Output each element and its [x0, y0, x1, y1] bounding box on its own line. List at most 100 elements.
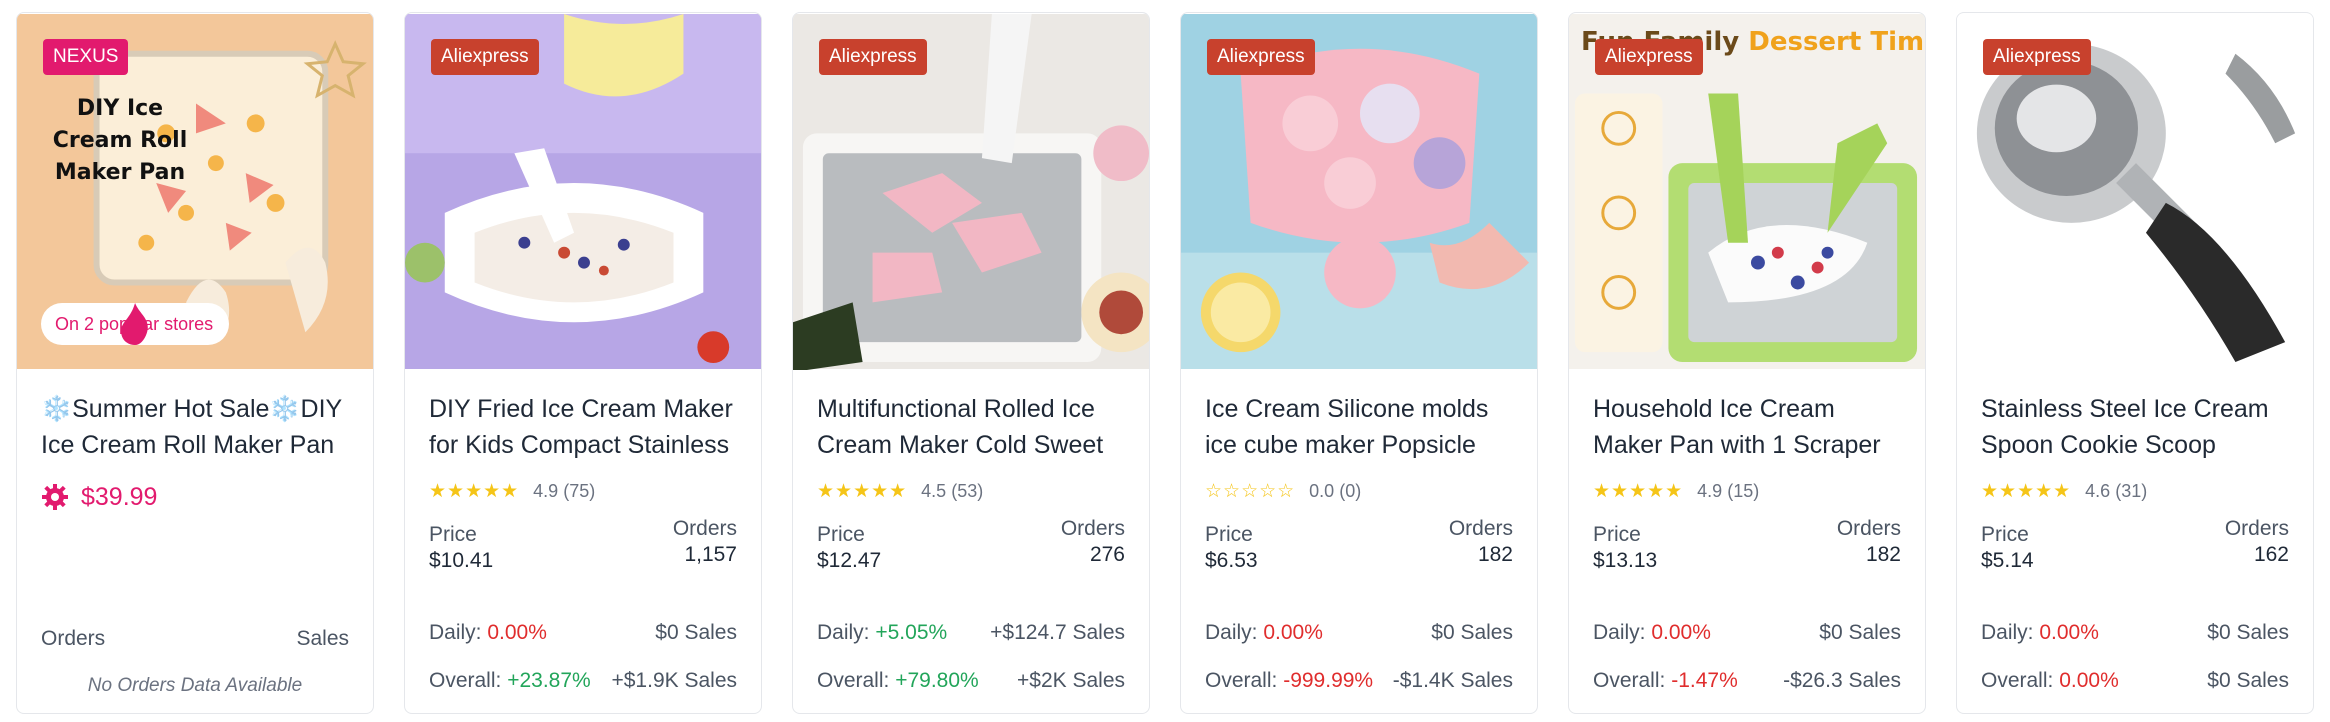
store-badge: Aliexpress	[1983, 39, 2091, 75]
daily-label: Daily:	[1593, 621, 1646, 644]
orders-label: Orders	[2224, 517, 2289, 540]
overall-metric: Overall: +79.80% +$2K Sales	[817, 669, 1125, 693]
price-orders-row: Price $10.41 Orders 1,157	[429, 517, 737, 573]
product-price: $12.47	[817, 549, 882, 572]
overall-label: Overall:	[1205, 669, 1278, 692]
daily-label: Daily:	[1205, 621, 1258, 644]
price-orders-row: Price $13.13 Orders 182	[1593, 517, 1901, 573]
banner-text: Dessert Time	[1748, 27, 1925, 57]
product-image[interactable]: Aliexpress	[1181, 13, 1537, 370]
product-card[interactable]: Aliexpress DIY Fried Ice Cream Maker for…	[404, 12, 762, 714]
star-rating-icon: ★★★★★	[817, 480, 908, 502]
orders-sales-header: Orders Sales	[41, 627, 349, 651]
daily-sales: $0 Sales	[1431, 621, 1513, 644]
product-title-line: ice cube maker Popsicle	[1205, 431, 1476, 459]
overall-sales: $0 Sales	[2207, 669, 2289, 692]
product-title[interactable]: Multifunctional Rolled Ice Cream Maker C…	[817, 391, 1125, 463]
price-label: Price	[1205, 523, 1253, 546]
product-title-line: Stainless Steel Ice Cream	[1981, 395, 2269, 423]
overall-metric: Overall: 0.00% $0 Sales	[1981, 669, 2289, 693]
overall-sales: +$2K Sales	[1017, 669, 1125, 692]
daily-sales: +$124.7 Sales	[990, 621, 1125, 644]
product-card[interactable]: Aliexpress Multifunctional Rolled Ice Cr…	[792, 12, 1150, 714]
product-card[interactable]: Fun Family Dessert Time Aliexpress House…	[1568, 12, 1926, 714]
product-image[interactable]: Aliexpress	[405, 13, 761, 370]
gear-icon	[42, 484, 68, 510]
daily-sales: $0 Sales	[655, 621, 737, 644]
overall-metric: Overall: -999.99% -$1.4K Sales	[1205, 669, 1513, 693]
price-label: Price	[817, 523, 865, 546]
store-badge: Aliexpress	[1595, 39, 1703, 75]
product-price: $39.99	[81, 482, 158, 511]
star-rating-icon: ☆☆☆☆☆	[1205, 480, 1296, 502]
orders-value: 1,157	[684, 543, 737, 566]
product-title[interactable]: Household Ice Cream Maker Pan with 1 Scr…	[1593, 391, 1901, 463]
flame-icon	[121, 303, 148, 345]
rating-value: 4.9 (15)	[1697, 480, 1760, 501]
orders-label: Orders	[41, 627, 106, 650]
product-image[interactable]: Aliexpress	[1957, 13, 2313, 370]
price-label: Price	[429, 523, 477, 546]
product-image[interactable]: Fun Family Dessert Time Aliexpress	[1569, 13, 1925, 370]
product-card[interactable]: DIY Ice Cream Roll Maker Pan NEXUS On 2 …	[16, 12, 374, 714]
overall-label: Overall:	[429, 669, 502, 692]
orders-label: Orders	[1448, 517, 1513, 540]
daily-percent: +5.05%	[875, 621, 948, 644]
daily-percent: 0.00%	[487, 621, 547, 644]
rating-row: ★★★★★ 4.9 (15)	[1593, 479, 1901, 503]
orders-value: 182	[1865, 543, 1901, 566]
product-title-line: Maker Pan with 1 Scraper	[1593, 431, 1881, 459]
product-title-line: for Kids Compact Stainless	[429, 431, 730, 459]
rating-value: 4.6 (31)	[2085, 480, 2148, 501]
daily-label: Daily:	[817, 621, 870, 644]
daily-percent: 0.00%	[1651, 621, 1711, 644]
product-image[interactable]: DIY Ice Cream Roll Maker Pan NEXUS On 2 …	[17, 13, 373, 370]
product-title[interactable]: ❄️Summer Hot Sale❄️DIY Ice Cream Roll Ma…	[41, 391, 349, 463]
rating-value: 0.0 (0)	[1309, 480, 1362, 501]
product-price: $10.41	[429, 549, 494, 572]
price-orders-row: Price $5.14 Orders 162	[1981, 517, 2289, 573]
price-label: Price	[1981, 523, 2029, 546]
daily-percent: 0.00%	[1263, 621, 1323, 644]
product-image[interactable]: Aliexpress	[793, 13, 1149, 370]
product-title-line: ❄️Summer Hot Sale❄️DIY	[41, 395, 343, 423]
overall-percent: +23.87%	[507, 669, 591, 692]
daily-label: Daily:	[1981, 621, 2034, 644]
overall-percent: +79.80%	[895, 669, 979, 692]
product-card[interactable]: Aliexpress Ice Cream Silicone molds ice …	[1180, 12, 1538, 714]
daily-sales: $0 Sales	[1819, 621, 1901, 644]
product-title-line: Household Ice Cream	[1593, 395, 1835, 423]
popular-stores-pill[interactable]: On 2 popular stores	[41, 303, 230, 345]
rating-value: 4.9 (75)	[533, 480, 596, 501]
product-title-line: DIY Fried Ice Cream Maker	[429, 395, 733, 423]
store-badge: Aliexpress	[1207, 39, 1315, 75]
price-orders-row: Price $6.53 Orders 182	[1205, 517, 1513, 573]
rating-row: ★★★★★ 4.6 (31)	[1981, 479, 2289, 503]
product-title[interactable]: DIY Fried Ice Cream Maker for Kids Compa…	[429, 391, 737, 463]
orders-value: 276	[1089, 543, 1125, 566]
price-orders-row: Price $12.47 Orders 276	[817, 517, 1125, 573]
orders-label: Orders	[672, 517, 737, 540]
orders-value: 182	[1477, 543, 1513, 566]
daily-percent: 0.00%	[2039, 621, 2099, 644]
product-title-line: Spoon Cookie Scoop	[1981, 431, 2216, 459]
product-card[interactable]: Aliexpress Stainless Steel Ice Cream Spo…	[1956, 12, 2314, 714]
overall-label: Overall:	[1593, 669, 1666, 692]
daily-metric: Daily: +5.05% +$124.7 Sales	[817, 621, 1125, 645]
daily-metric: Daily: 0.00% $0 Sales	[1981, 621, 2289, 645]
product-price: $13.13	[1593, 549, 1658, 572]
overall-sales: -$1.4K Sales	[1392, 669, 1513, 692]
daily-sales: $0 Sales	[2207, 621, 2289, 644]
product-title[interactable]: Ice Cream Silicone molds ice cube maker …	[1205, 391, 1513, 463]
star-rating-icon: ★★★★★	[429, 480, 520, 502]
daily-metric: Daily: 0.00% $0 Sales	[429, 621, 737, 645]
overall-percent: 0.00%	[2059, 669, 2119, 692]
orders-label: Orders	[1836, 517, 1901, 540]
daily-metric: Daily: 0.00% $0 Sales	[1593, 621, 1901, 645]
product-title[interactable]: Stainless Steel Ice Cream Spoon Cookie S…	[1981, 391, 2289, 463]
sales-label: Sales	[296, 627, 349, 650]
daily-label: Daily:	[429, 621, 482, 644]
product-title-line: Ice Cream Silicone molds	[1205, 395, 1489, 423]
rating-row: ★★★★★ 4.9 (75)	[429, 479, 737, 503]
product-price: $6.53	[1205, 549, 1258, 572]
